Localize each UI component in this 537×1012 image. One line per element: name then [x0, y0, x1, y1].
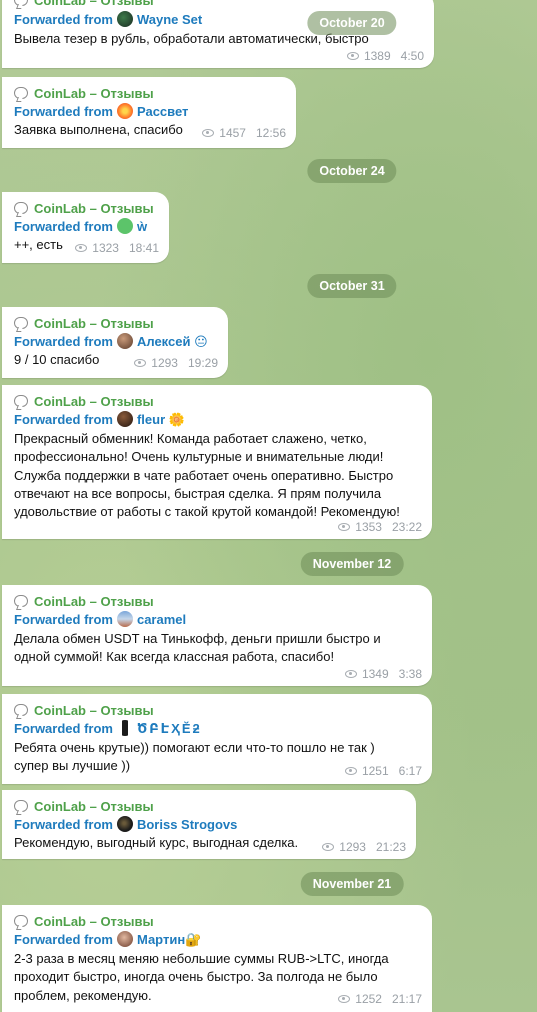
author-avatar	[116, 611, 133, 627]
channel-name[interactable]: CoinLab – Отзывы	[14, 798, 154, 816]
forwarded-from[interactable]: Forwarded from Мартин🔐	[14, 931, 201, 949]
views-icon	[134, 359, 147, 367]
date-separator: October 31	[307, 274, 397, 298]
comment-icon	[14, 0, 28, 6]
forwarded-from[interactable]: Forwarded from Рассвет	[14, 103, 188, 121]
forwarded-from[interactable]: Forwarded from Алексей 😐	[14, 333, 208, 351]
message-meta: 1323 18:41	[75, 241, 159, 255]
channel-name[interactable]: CoinLab – Отзывы	[14, 593, 154, 611]
channel-name[interactable]: CoinLab – Отзывы	[14, 85, 154, 103]
channel-name[interactable]: CoinLab – Отзывы	[14, 393, 154, 411]
message-meta: 1349 3:38	[344, 667, 422, 681]
author-avatar	[116, 103, 133, 119]
comment-icon	[14, 202, 28, 214]
date-separator: October 20	[307, 11, 397, 35]
author-avatar	[116, 411, 133, 427]
message-bubble[interactable]: CoinLab – Отзывы Forwarded from Мартин🔐 2…	[2, 905, 432, 1012]
views-icon	[322, 843, 335, 851]
forwarded-from[interactable]: Forwarded from ẁ	[14, 218, 147, 236]
message-meta: 1457 12:56	[202, 126, 286, 140]
views-icon	[346, 52, 359, 60]
forwarded-from[interactable]: Forwarded from Boriss Strogovs	[14, 816, 237, 834]
channel-name[interactable]: CoinLab – Отзывы	[14, 702, 154, 720]
comment-icon	[14, 704, 28, 716]
forwarded-from[interactable]: Forwarded from caramel	[14, 611, 186, 629]
views-icon	[202, 129, 215, 137]
message-bubble[interactable]: CoinLab – Отзывы Forwarded from Алексей 😐…	[2, 307, 228, 378]
comment-icon	[14, 395, 28, 407]
views-icon	[338, 523, 351, 531]
views-icon	[344, 670, 357, 678]
message-text: Прекрасный обменник! Команда работает сл…	[14, 431, 400, 520]
comment-icon	[14, 595, 28, 607]
message-meta: 1251 6:17	[344, 764, 422, 778]
message-bubble[interactable]: CoinLab – Отзывы Forwarded from Рассвет З…	[2, 77, 296, 148]
forwarded-from[interactable]: Forwarded from ԾԲԷҲӖƻ	[14, 720, 202, 738]
message-meta: 1293 21:23	[322, 840, 406, 854]
message-text: Рекомендую, выгодный курс, выгодная сдел…	[14, 835, 299, 850]
author-avatar	[116, 333, 133, 349]
date-separator: November 21	[300, 872, 404, 896]
message-text: ++, есть	[14, 237, 63, 252]
author-avatar	[116, 720, 133, 736]
views-icon	[75, 244, 88, 252]
message-bubble[interactable]: CoinLab – Отзывы Forwarded from Boriss St…	[2, 790, 416, 859]
forwarded-from[interactable]: Forwarded from Wayne Set	[14, 11, 202, 29]
message-bubble[interactable]: CoinLab – Отзывы Forwarded from caramel Д…	[2, 585, 432, 686]
message-bubble[interactable]: CoinLab – Отзывы Forwarded from ẁ ++, ест…	[2, 192, 169, 263]
message-meta: 1252 21:17	[338, 992, 422, 1006]
date-separator: October 24	[307, 159, 397, 183]
channel-name[interactable]: CoinLab – Отзывы	[14, 0, 154, 10]
author-avatar	[116, 218, 133, 234]
channel-name[interactable]: CoinLab – Отзывы	[14, 315, 154, 333]
comment-icon	[14, 915, 28, 927]
views-icon	[338, 995, 351, 1003]
channel-name[interactable]: CoinLab – Отзывы	[14, 913, 154, 931]
author-avatar	[116, 931, 133, 947]
channel-name[interactable]: CoinLab – Отзывы	[14, 200, 154, 218]
date-separator: November 12	[300, 552, 404, 576]
forwarded-from[interactable]: Forwarded from fleur 🌼	[14, 411, 185, 429]
message-bubble[interactable]: CoinLab – Отзывы Forwarded from ԾԲԷҲӖƻ Ре…	[2, 694, 432, 784]
comment-icon	[14, 317, 28, 329]
message-text: Делала обмен USDT на Тинькофф, деньги пр…	[14, 631, 381, 665]
comment-icon	[14, 800, 28, 812]
author-avatar	[116, 816, 133, 832]
author-avatar	[116, 11, 133, 27]
views-icon	[344, 767, 357, 775]
message-text: 9 / 10 спасибо	[14, 352, 100, 367]
message-meta: 1293 19:29	[134, 356, 218, 370]
message-bubble[interactable]: CoinLab – Отзывы Forwarded from fleur 🌼 П…	[2, 385, 432, 539]
message-meta: 1389 4:50	[346, 49, 424, 63]
message-meta: 1353 23:22	[338, 520, 422, 534]
message-text: Заявка выполнена, спасибо	[14, 122, 183, 137]
comment-icon	[14, 87, 28, 99]
